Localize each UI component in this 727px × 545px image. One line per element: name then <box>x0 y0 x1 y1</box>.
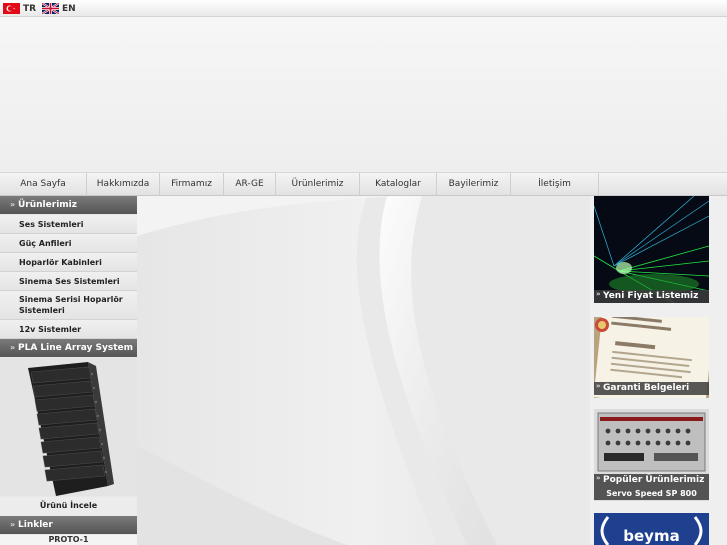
bullet-icon: » <box>10 200 16 209</box>
bullet-icon: » <box>10 520 16 529</box>
main-navigation: Ana Sayfa Hakkımızda Firmamız AR-GE Ürün… <box>0 172 727 196</box>
right-promo-column: » Yeni Fiyat Listemiz » Garanti Belgeler… <box>590 195 727 545</box>
links-heading: » Linkler <box>0 516 137 534</box>
promo-popular-caption: » Popüler Ürünlerimiz <box>594 474 709 487</box>
turkish-flag-icon <box>3 3 20 14</box>
sidebar-item-sinema-serisi-hoparlor[interactable]: Sinema Serisi Hoparlör Sistemleri <box>0 291 137 320</box>
language-bar: TR EN <box>0 0 727 17</box>
nav-ar-ge[interactable]: AR-GE <box>224 173 276 196</box>
line-array-product-image[interactable] <box>0 358 137 496</box>
left-sidebar: » Ürünlerimiz Ses Sistemleri Güç Anfiler… <box>0 196 137 545</box>
header-banner <box>0 17 727 172</box>
line-array-heading: » PLA Line Array System <box>0 339 137 357</box>
promo-popular-subtitle: Servo Speed SP 800 <box>594 487 709 500</box>
language-en-link[interactable]: EN <box>42 3 76 14</box>
promo-warranty-documents[interactable]: » Garanti Belgeleri <box>593 305 715 409</box>
promo-new-price-list[interactable]: » Yeni Fiyat Listemiz <box>593 195 710 304</box>
promo-warranty-caption: » Garanti Belgeleri <box>594 382 709 395</box>
promo-popular-products[interactable]: » Popüler Ürünlerimiz Servo Speed SP 800 <box>594 409 709 501</box>
decorative-swoosh-background <box>137 196 590 545</box>
nav-bayilerimiz[interactable]: Bayilerimiz <box>437 173 511 196</box>
laser-show-image <box>593 195 710 304</box>
beyma-logo-text: beyma <box>623 527 680 545</box>
language-en-label: EN <box>62 3 76 14</box>
bullet-icon: » <box>596 290 601 298</box>
main-content <box>137 196 590 545</box>
nav-kataloglar[interactable]: Kataloglar <box>360 173 437 196</box>
promo-price-list-caption: » Yeni Fiyat Listemiz <box>594 290 709 303</box>
nav-firmamiz[interactable]: Firmamız <box>160 173 224 196</box>
bullet-icon: » <box>596 382 601 390</box>
promo-warranty-label: Garanti Belgeleri <box>603 383 690 393</box>
line-array-speaker-icon <box>28 362 114 496</box>
sidebar-item-guc-anfileri[interactable]: Güç Anfileri <box>0 234 137 253</box>
uk-flag-icon <box>42 3 59 14</box>
language-tr-label: TR <box>23 3 37 14</box>
links-heading-label: Linkler <box>18 520 53 530</box>
line-array-heading-label: PLA Line Array System <box>18 343 134 353</box>
sidebar-item-12v-sistemler[interactable]: 12v Sistemler <box>0 320 137 339</box>
products-heading: » Ürünlerimiz <box>0 196 137 214</box>
nav-iletisim[interactable]: İletişim <box>511 173 599 196</box>
bullet-icon: » <box>10 343 16 352</box>
sidebar-item-hoparlor-kabinleri[interactable]: Hoparlör Kabinleri <box>0 253 137 272</box>
nav-urunlerimiz[interactable]: Ürünlerimiz <box>276 173 360 196</box>
bullet-icon: » <box>596 474 601 482</box>
nav-ana-sayfa[interactable]: Ana Sayfa <box>0 173 87 196</box>
proto-link[interactable]: PROTO-1 <box>0 535 137 545</box>
promo-beyma[interactable]: beyma <box>594 513 709 545</box>
view-product-link[interactable]: Ürünü İncele <box>0 497 137 515</box>
sidebar-item-sinema-ses-sistemleri[interactable]: Sinema Ses Sistemleri <box>0 272 137 291</box>
promo-price-list-label: Yeni Fiyat Listemiz <box>603 291 699 301</box>
language-tr-link[interactable]: TR <box>3 3 36 14</box>
nav-hakkimizda[interactable]: Hakkımızda <box>87 173 160 196</box>
promo-popular-label: Popüler Ürünlerimiz <box>603 475 705 485</box>
products-heading-label: Ürünlerimiz <box>18 200 77 210</box>
sidebar-item-ses-sistemleri[interactable]: Ses Sistemleri <box>0 215 137 234</box>
